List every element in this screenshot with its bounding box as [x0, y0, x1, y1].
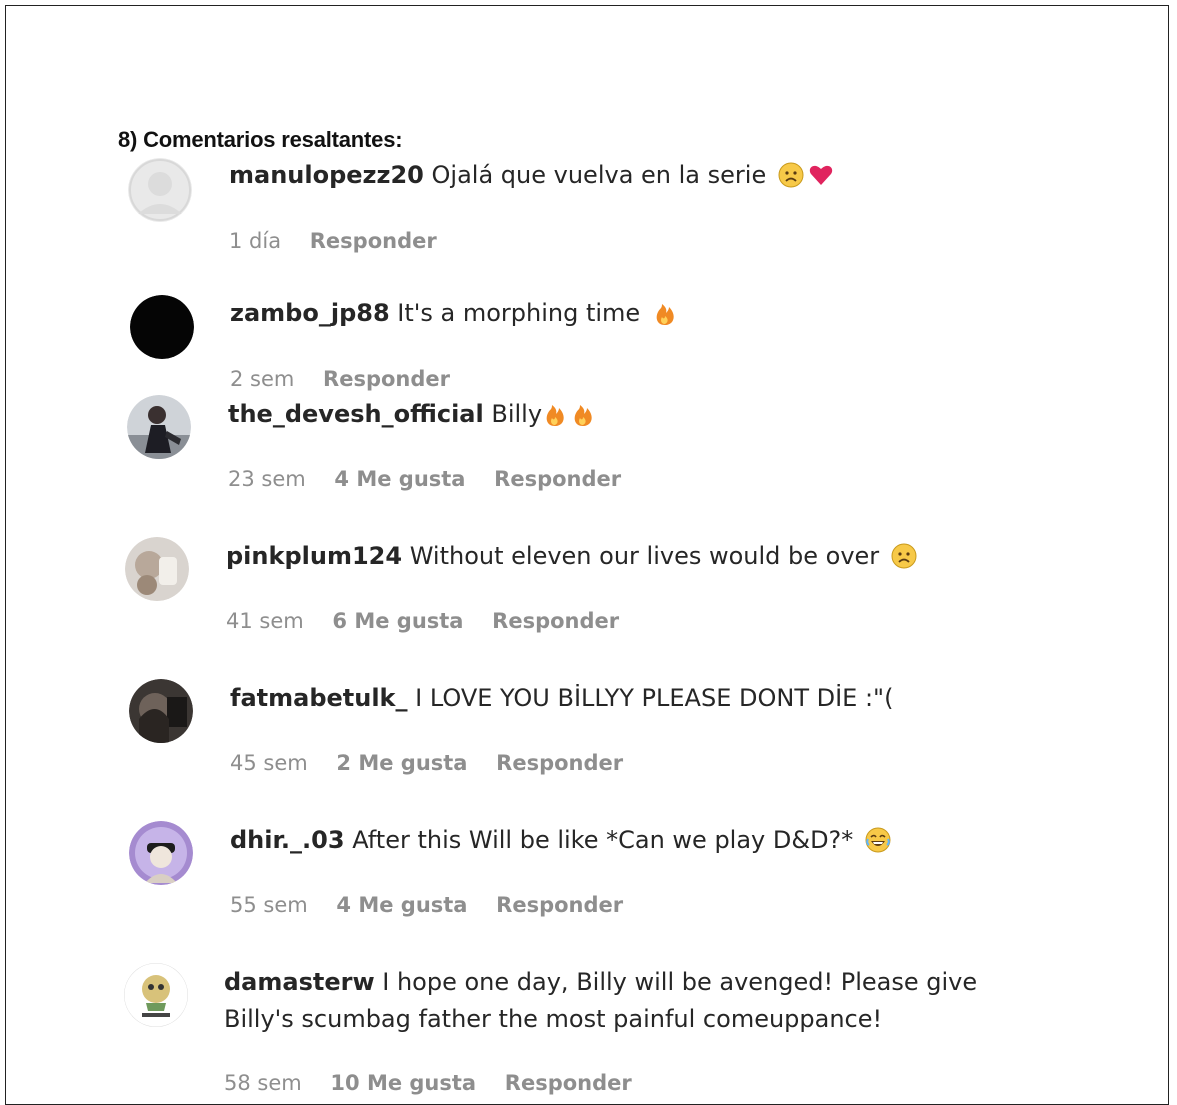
comment-meta: 41 sem 6 Me gusta Responder — [226, 609, 641, 633]
avatar[interactable] — [124, 963, 188, 1027]
comment-text: Billy — [491, 400, 543, 428]
comment-line: pinkplum124 Without eleven our lives wou… — [226, 538, 917, 574]
comment-item: manulopezz20 Ojalá que vuelva en la seri… — [0, 155, 1100, 275]
comment-username[interactable]: the_devesh_official — [228, 400, 484, 428]
comment-username[interactable]: pinkplum124 — [226, 542, 402, 570]
comment-time: 23 sem — [228, 467, 306, 491]
comment-line: manulopezz20 Ojalá que vuelva en la seri… — [229, 157, 834, 193]
comment-time: 45 sem — [230, 751, 308, 775]
comment-time: 41 sem — [226, 609, 304, 633]
comment-text: I hope one day, Billy will be avenged! P… — [382, 968, 978, 996]
avatar[interactable] — [127, 395, 191, 459]
comment-text: I LOVE YOU BİLLYY PLEASE DONT DİE :"( — [415, 684, 894, 712]
comment-line: fatmabetulk_ I LOVE YOU BİLLYY PLEASE DO… — [230, 680, 893, 716]
section-heading: 8) Comentarios resaltantes: — [118, 127, 403, 152]
comment-item: fatmabetulk_ I LOVE YOU BİLLYY PLEASE DO… — [0, 677, 1100, 797]
comment-time: 2 sem — [230, 367, 295, 391]
likes-count[interactable]: 6 Me gusta — [332, 609, 463, 633]
comment-time: 1 día — [229, 229, 282, 253]
comment-line: the_devesh_official Billy — [228, 396, 596, 432]
comment-item: dhir._.03 After this Will be like *Can w… — [0, 819, 1100, 939]
comment-text-continued: Billy's scumbag father the most painful … — [224, 1005, 883, 1033]
comment-meta: 23 sem 4 Me gusta Responder — [228, 467, 643, 491]
reply-button[interactable]: Responder — [494, 467, 621, 491]
laughing-face-icon — [865, 827, 891, 853]
comment-time: 55 sem — [230, 893, 308, 917]
reply-button[interactable]: Responder — [496, 751, 623, 775]
heart-icon — [808, 162, 834, 188]
sad-face-icon — [778, 162, 804, 188]
likes-count[interactable]: 4 Me gusta — [334, 467, 465, 491]
comment-meta: 58 sem 10 Me gusta Responder — [224, 1071, 654, 1095]
comment-text: After this Will be like *Can we play D&D… — [352, 826, 854, 854]
reply-button[interactable]: Responder — [310, 229, 437, 253]
comment-item: pinkplum124 Without eleven our lives wou… — [0, 535, 1100, 655]
comment-username[interactable]: manulopezz20 — [229, 161, 424, 189]
avatar[interactable] — [129, 679, 193, 743]
comment-line: damasterw I hope one day, Billy will be … — [224, 964, 977, 1000]
fire-icon — [652, 300, 678, 326]
reply-button[interactable]: Responder — [323, 367, 450, 391]
comment-line-continued: Billy's scumbag father the most painful … — [224, 1001, 882, 1037]
comment-text: Ojalá que vuelva en la serie — [431, 161, 767, 189]
avatar[interactable] — [130, 295, 194, 359]
comment-meta: 1 día Responder — [229, 229, 459, 253]
avatar[interactable] — [125, 537, 189, 601]
likes-count[interactable]: 4 Me gusta — [336, 893, 467, 917]
reply-button[interactable]: Responder — [492, 609, 619, 633]
comment-meta: 2 sem Responder — [230, 367, 472, 391]
comment-line: dhir._.03 After this Will be like *Can w… — [230, 822, 891, 858]
fire-icon — [542, 401, 568, 427]
reply-button[interactable]: Responder — [505, 1071, 632, 1095]
fire-icon — [570, 401, 596, 427]
sad-face-icon — [891, 543, 917, 569]
avatar[interactable] — [129, 821, 193, 885]
comment-username[interactable]: fatmabetulk_ — [230, 684, 408, 712]
comment-username[interactable]: damasterw — [224, 968, 375, 996]
likes-count[interactable]: 2 Me gusta — [336, 751, 467, 775]
comment-meta: 45 sem 2 Me gusta Responder — [230, 751, 645, 775]
comment-time: 58 sem — [224, 1071, 302, 1095]
comment-username[interactable]: dhir._.03 — [230, 826, 345, 854]
reply-button[interactable]: Responder — [496, 893, 623, 917]
comment-username[interactable]: zambo_jp88 — [230, 299, 390, 327]
comment-text: Without eleven our lives would be over — [409, 542, 880, 570]
avatar[interactable] — [128, 158, 192, 222]
comment-item: damasterw I hope one day, Billy will be … — [0, 961, 1100, 1095]
likes-count[interactable]: 10 Me gusta — [330, 1071, 476, 1095]
comment-item: the_devesh_official Billy 23 sem 4 Me gu… — [0, 393, 1100, 513]
comment-line: zambo_jp88 It's a morphing time — [230, 295, 678, 331]
comment-text: It's a morphing time — [397, 299, 641, 327]
comment-meta: 55 sem 4 Me gusta Responder — [230, 893, 645, 917]
